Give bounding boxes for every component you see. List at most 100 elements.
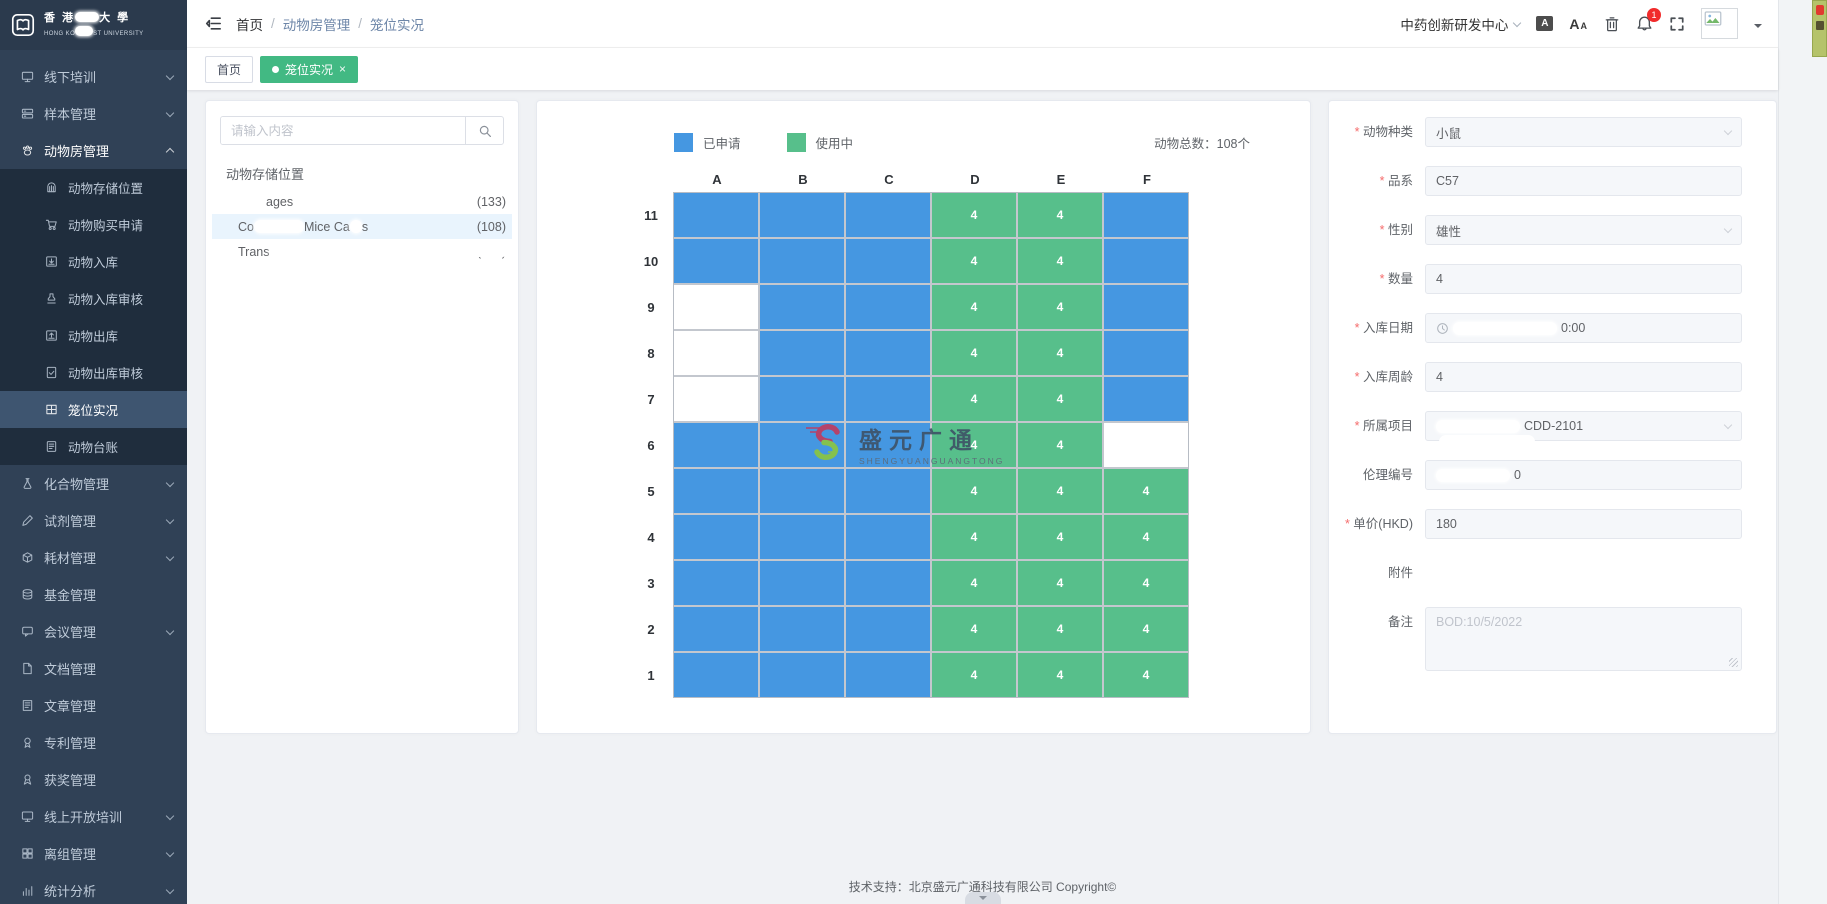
cage-cell-B11[interactable]	[760, 193, 844, 237]
cage-cell-A8[interactable]	[674, 331, 758, 375]
sidebar-item-cage-status[interactable]: 笼位实况	[0, 391, 187, 428]
cage-cell-F9[interactable]	[1104, 285, 1188, 329]
cage-cell-E1[interactable]: 4	[1018, 653, 1102, 697]
translate-icon[interactable]: A	[1536, 16, 1553, 31]
cage-cell-B1[interactable]	[760, 653, 844, 697]
sidebar-item-offline-training[interactable]: 线下培训	[0, 58, 187, 95]
sidebar-item-sample-management[interactable]: 样本管理	[0, 95, 187, 132]
sidebar-item-consumable-management[interactable]: 耗材管理	[0, 539, 187, 576]
cage-cell-C11[interactable]	[846, 193, 930, 237]
cage-cell-C10[interactable]	[846, 239, 930, 283]
cage-cell-C4[interactable]	[846, 515, 930, 559]
cage-cell-E10[interactable]: 4	[1018, 239, 1102, 283]
cage-cell-D2[interactable]: 4	[932, 607, 1016, 651]
cage-cell-D9[interactable]: 4	[932, 285, 1016, 329]
cage-cell-F3[interactable]: 4	[1104, 561, 1188, 605]
sidebar-item-animal-purchase-request[interactable]: 动物购买申请	[0, 206, 187, 243]
cage-cell-F2[interactable]: 4	[1104, 607, 1188, 651]
user-menu-caret-icon[interactable]	[1754, 24, 1762, 32]
sidebar-collapse-icon[interactable]	[205, 15, 222, 32]
sidebar-item-animal-ledger[interactable]: 动物台账	[0, 428, 187, 465]
cage-cell-D7[interactable]: 4	[932, 377, 1016, 421]
cage-cell-B3[interactable]	[760, 561, 844, 605]
cage-cell-C7[interactable]	[846, 377, 930, 421]
cage-cell-C5[interactable]	[846, 469, 930, 513]
tree-item[interactable]: Trans(264)	[212, 239, 512, 264]
tab-home[interactable]: 首页	[205, 56, 253, 83]
sidebar-item-animal-facility[interactable]: 动物房管理	[0, 132, 187, 169]
sidebar-item-fund-management[interactable]: 基金管理	[0, 576, 187, 613]
cage-cell-B10[interactable]	[760, 239, 844, 283]
browser-scrollbar-strip[interactable]	[1778, 0, 1827, 904]
cage-cell-D8[interactable]: 4	[932, 331, 1016, 375]
sidebar-item-reagent-management[interactable]: 试剂管理	[0, 502, 187, 539]
cage-cell-D1[interactable]: 4	[932, 653, 1016, 697]
sex-select[interactable]: 雄性	[1425, 215, 1742, 245]
cage-cell-E5[interactable]: 4	[1018, 469, 1102, 513]
tree-root[interactable]: 动物存储位置	[220, 161, 504, 189]
cage-cell-E11[interactable]: 4	[1018, 193, 1102, 237]
cage-cell-B7[interactable]	[760, 377, 844, 421]
cage-cell-E8[interactable]: 4	[1018, 331, 1102, 375]
cage-cell-F1[interactable]: 4	[1104, 653, 1188, 697]
cage-cell-C2[interactable]	[846, 607, 930, 651]
sidebar-item-animal-outbound-audit[interactable]: 动物出库审核	[0, 354, 187, 391]
cage-cell-F11[interactable]	[1104, 193, 1188, 237]
cage-cell-A4[interactable]	[674, 515, 758, 559]
font-size-icon[interactable]: AA	[1569, 16, 1588, 32]
cage-cell-F5[interactable]: 4	[1104, 469, 1188, 513]
unit-price-input[interactable]: 180	[1425, 509, 1742, 539]
org-selector[interactable]: 中药创新研发中心	[1400, 14, 1520, 34]
sidebar-item-meeting-management[interactable]: 会议管理	[0, 613, 187, 650]
sidebar-item-award-management[interactable]: 获奖管理	[0, 761, 187, 798]
cage-cell-D5[interactable]: 4	[932, 469, 1016, 513]
cage-cell-B2[interactable]	[760, 607, 844, 651]
cage-cell-E2[interactable]: 4	[1018, 607, 1102, 651]
cage-cell-D4[interactable]: 4	[932, 515, 1016, 559]
sidebar-item-compound-management[interactable]: 化合物管理	[0, 465, 187, 502]
search-button[interactable]	[465, 117, 503, 144]
cage-cell-C1[interactable]	[846, 653, 930, 697]
sidebar-item-patent-management[interactable]: 专利管理	[0, 724, 187, 761]
cage-cell-F10[interactable]	[1104, 239, 1188, 283]
animal-species-select[interactable]: 小鼠	[1425, 117, 1742, 147]
cage-cell-D6[interactable]: 4	[932, 423, 1016, 467]
cage-cell-B5[interactable]	[760, 469, 844, 513]
cage-cell-D10[interactable]: 4	[932, 239, 1016, 283]
tree-item[interactable]: CoMice Cas(108)	[212, 214, 512, 239]
cage-cell-B8[interactable]	[760, 331, 844, 375]
cage-cell-F8[interactable]	[1104, 331, 1188, 375]
cage-cell-C8[interactable]	[846, 331, 930, 375]
cage-cell-F4[interactable]: 4	[1104, 515, 1188, 559]
remarks-textarea[interactable]: BOD:10/5/2022	[1425, 607, 1742, 671]
browser-extension-badge[interactable]	[1812, 0, 1827, 57]
sidebar-item-animal-inbound-audit[interactable]: 动物入库审核	[0, 280, 187, 317]
cage-cell-E6[interactable]: 4	[1018, 423, 1102, 467]
avatar[interactable]	[1701, 8, 1738, 39]
breadcrumb-item[interactable]: 动物房管理	[283, 14, 351, 34]
cage-cell-A1[interactable]	[674, 653, 758, 697]
search-input[interactable]	[221, 117, 465, 144]
cage-cell-A6[interactable]	[674, 423, 758, 467]
cage-cell-E3[interactable]: 4	[1018, 561, 1102, 605]
footer-collapse-button[interactable]	[965, 892, 1001, 904]
sidebar-item-animal-outbound[interactable]: 动物出库	[0, 317, 187, 354]
sidebar-item-statistics-analysis[interactable]: 统计分析	[0, 872, 187, 904]
ethics-no-input[interactable]: 0	[1425, 460, 1742, 490]
tree-item[interactable]: ages(133)	[212, 189, 512, 214]
cage-cell-D11[interactable]: 4	[932, 193, 1016, 237]
sidebar-item-online-open-training[interactable]: 线上开放培训	[0, 798, 187, 835]
cage-cell-A10[interactable]	[674, 239, 758, 283]
cage-cell-E9[interactable]: 4	[1018, 285, 1102, 329]
cage-cell-A11[interactable]	[674, 193, 758, 237]
project-select[interactable]: CDD-2101	[1425, 411, 1742, 441]
quantity-input[interactable]: 4	[1425, 264, 1742, 294]
sidebar-item-group-management[interactable]: 离组管理	[0, 835, 187, 872]
cage-cell-F7[interactable]	[1104, 377, 1188, 421]
inbound-date-input[interactable]: 0:00	[1425, 313, 1742, 343]
cage-cell-A2[interactable]	[674, 607, 758, 651]
cage-cell-E7[interactable]: 4	[1018, 377, 1102, 421]
tab-close-icon[interactable]: ×	[339, 62, 346, 76]
bell-icon[interactable]: 1	[1636, 15, 1653, 32]
cage-cell-A3[interactable]	[674, 561, 758, 605]
